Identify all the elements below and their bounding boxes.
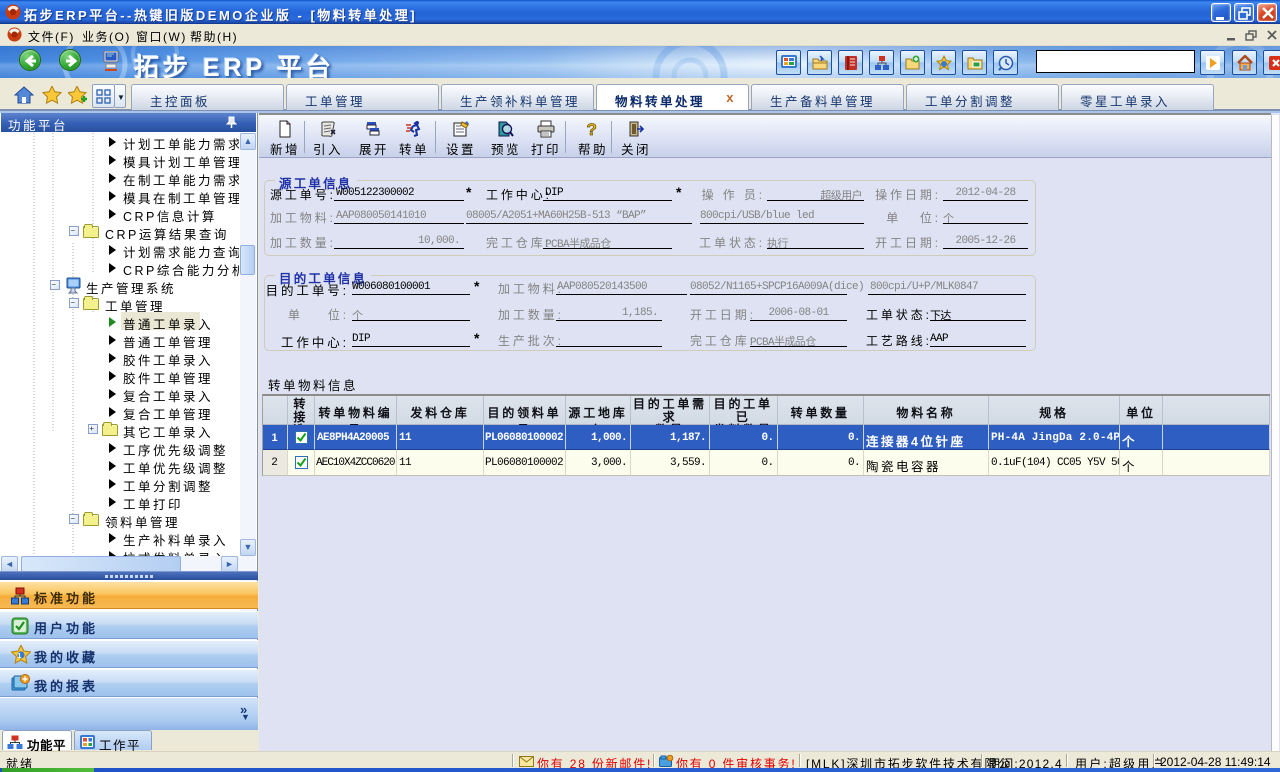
svg-text:1: 1 [18,653,25,660]
svg-text:?: ? [587,120,600,138]
